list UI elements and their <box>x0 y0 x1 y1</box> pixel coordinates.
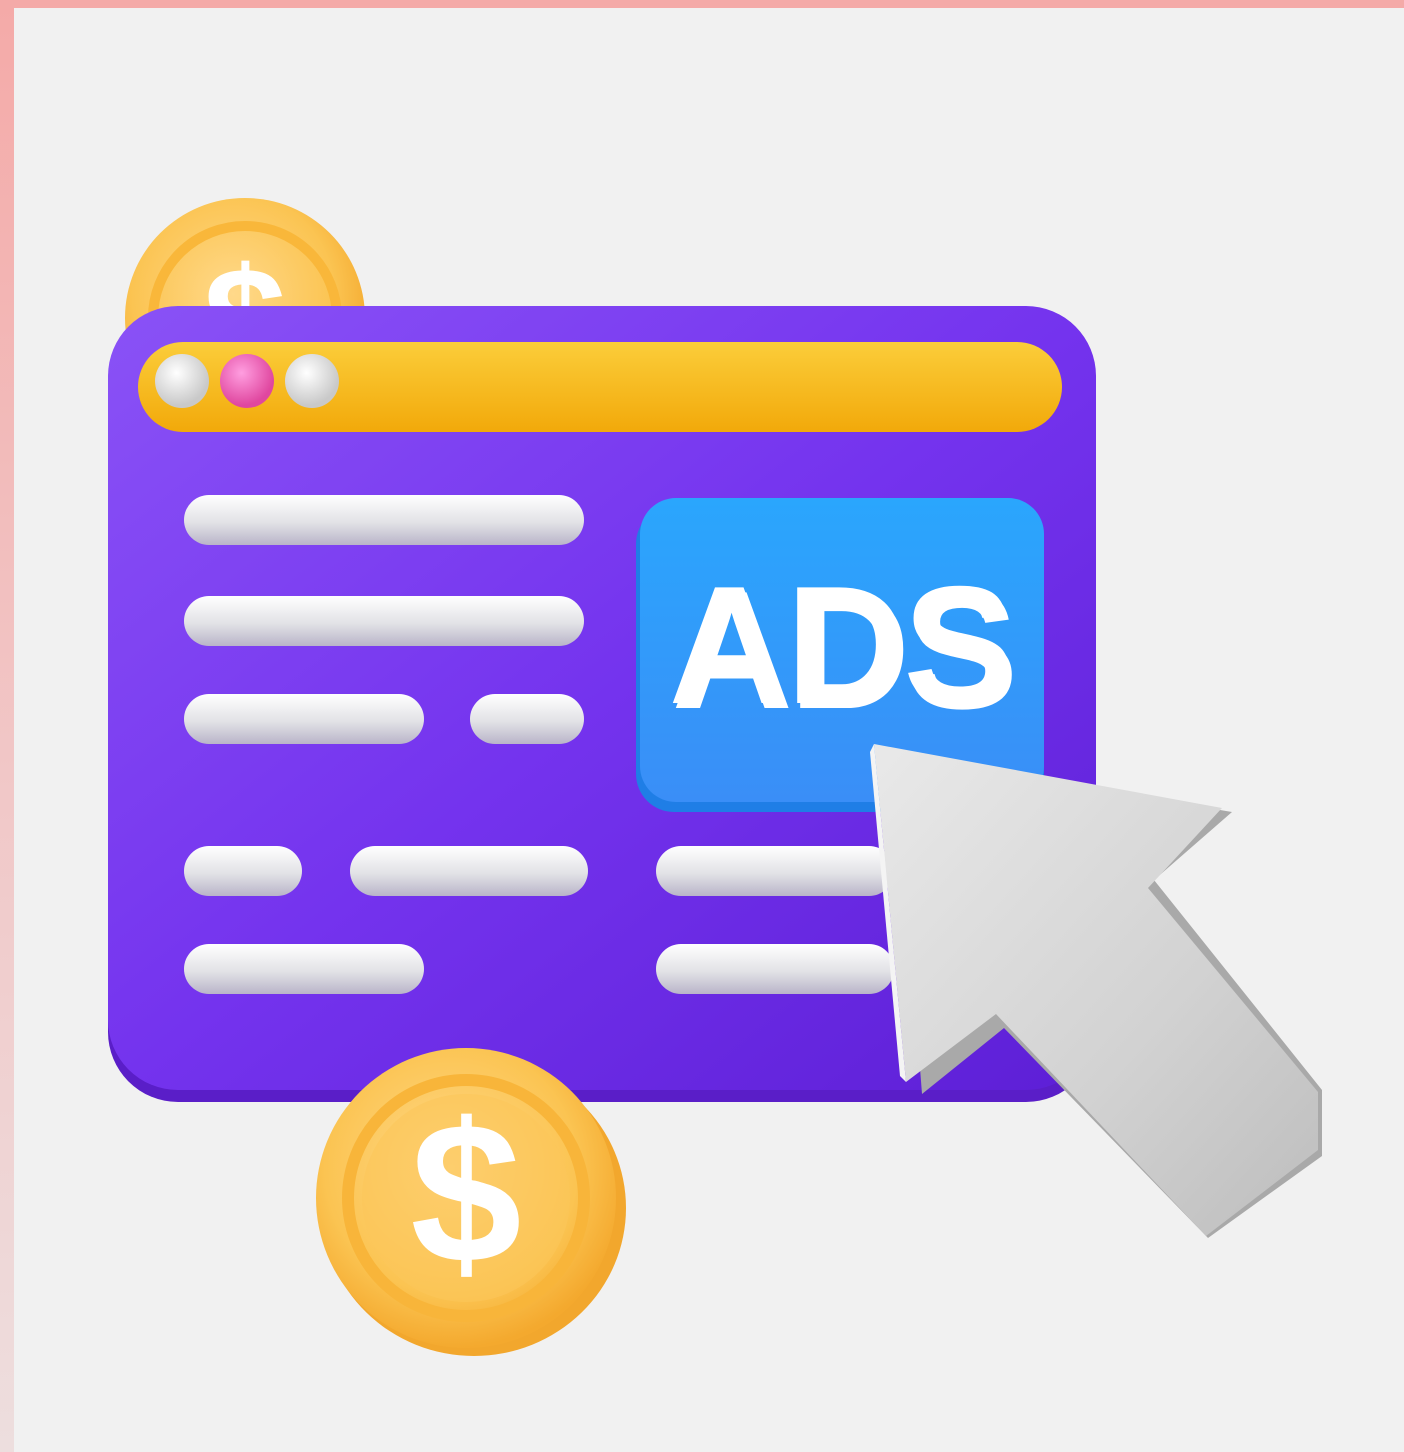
svg-text:$: $ <box>410 1082 521 1305</box>
window-dot-active-icon <box>220 354 274 408</box>
ads-illustration: $ ADS ADS <box>108 198 1322 1356</box>
text-line <box>656 846 894 896</box>
text-line <box>470 694 584 744</box>
svg-text:ADS: ADS <box>669 551 1012 739</box>
text-line <box>184 694 424 744</box>
text-line <box>656 944 894 994</box>
title-bar <box>138 342 1062 432</box>
window-dot-icon <box>155 354 209 408</box>
text-line <box>184 846 302 896</box>
window-dot-icon <box>285 354 339 408</box>
cursor-arrow-icon <box>870 744 1322 1238</box>
text-line <box>184 495 584 545</box>
text-line <box>184 944 424 994</box>
text-line <box>350 846 588 896</box>
text-line <box>184 596 584 646</box>
